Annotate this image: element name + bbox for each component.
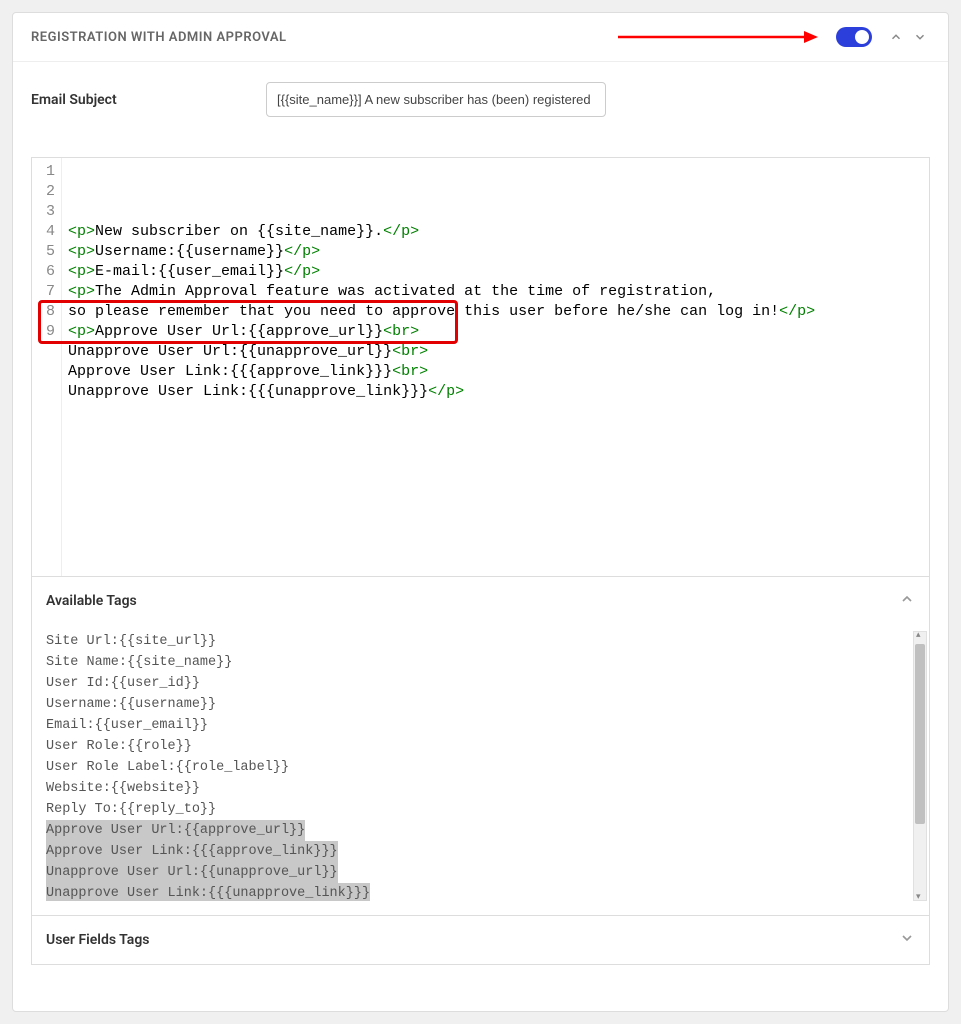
panel-title: REGISTRATION WITH ADMIN APPROVAL <box>31 30 836 45</box>
email-subject-input[interactable] <box>266 82 606 117</box>
available-tags-title: Available Tags <box>46 593 137 609</box>
email-body-editor[interactable]: 123456789 <p>New subscriber on {{site_na… <box>31 157 930 577</box>
available-tags-body: Site Url:{{site_url}}Site Name:{{site_na… <box>32 625 929 915</box>
email-subject-row: Email Subject <box>31 82 930 117</box>
code-content[interactable]: <p>New subscriber on {{site_name}}.</p><… <box>62 158 929 576</box>
scrollbar[interactable] <box>913 631 927 901</box>
user-fields-tags-header[interactable]: User Fields Tags <box>32 916 929 964</box>
email-subject-label: Email Subject <box>31 92 266 108</box>
enable-toggle[interactable] <box>836 27 872 47</box>
tags-list[interactable]: Site Url:{{site_url}}Site Name:{{site_na… <box>46 631 915 901</box>
panel-body: Email Subject 123456789 <p>New subscribe… <box>13 62 948 1011</box>
user-fields-tags-title: User Fields Tags <box>46 932 149 948</box>
settings-panel: REGISTRATION WITH ADMIN APPROVAL Email S… <box>12 12 949 1012</box>
line-gutter: 123456789 <box>32 158 62 576</box>
available-tags-section: Available Tags Site Url:{{site_url}}Site… <box>31 577 930 916</box>
panel-header: REGISTRATION WITH ADMIN APPROVAL <box>13 13 948 62</box>
scrollbar-thumb[interactable] <box>915 644 925 824</box>
collapse-up-icon[interactable] <box>886 27 906 47</box>
collapse-down-icon[interactable] <box>910 27 930 47</box>
chevron-down-icon <box>899 930 915 950</box>
chevron-up-icon <box>899 591 915 611</box>
user-fields-tags-section: User Fields Tags <box>31 916 930 965</box>
available-tags-header[interactable]: Available Tags <box>32 577 929 625</box>
